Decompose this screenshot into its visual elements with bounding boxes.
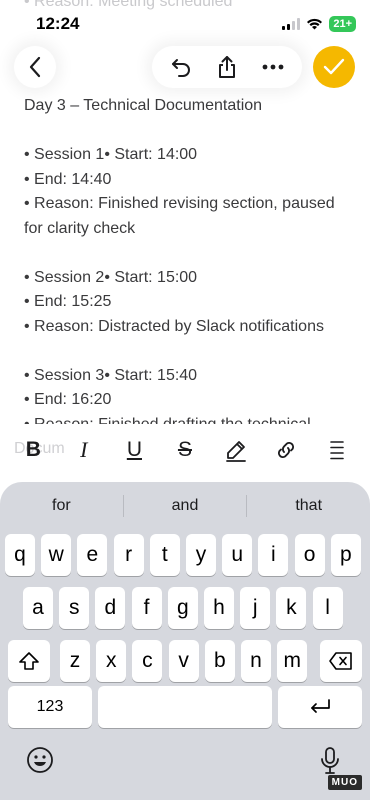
italic-button[interactable]: I	[66, 432, 102, 468]
note-toolbar	[0, 40, 370, 96]
key-u[interactable]: u	[222, 534, 253, 576]
dictation-button[interactable]	[318, 746, 342, 776]
watermark: MUO	[327, 775, 362, 790]
key-m[interactable]: m	[277, 640, 308, 682]
key-y[interactable]: y	[186, 534, 216, 576]
note-line: • End: 14:40	[24, 170, 112, 188]
key-p[interactable]: p	[330, 534, 361, 576]
space-key[interactable]	[98, 686, 272, 728]
key-s[interactable]: s	[59, 587, 90, 629]
suggestion-item[interactable]: for	[0, 497, 123, 515]
signal-icon	[282, 18, 301, 30]
undo-icon	[172, 59, 190, 77]
key-c[interactable]: c	[132, 640, 163, 682]
note-line: • Session 3• Start: 15:40	[24, 366, 198, 384]
chevron-left-icon	[29, 56, 41, 78]
note-line: • Session 1• Start: 14:00	[24, 146, 198, 163]
emoji-icon	[27, 747, 53, 773]
emoji-button[interactable]	[26, 746, 54, 774]
backspace-key[interactable]	[320, 640, 362, 682]
note-line: • End: 16:20	[24, 391, 112, 408]
note-body[interactable]: Day 3 – Technical Documentation • Session…	[24, 94, 354, 424]
highlight-button[interactable]	[218, 432, 254, 468]
key-w[interactable]: w	[41, 534, 72, 576]
shift-key[interactable]	[8, 640, 50, 682]
key-l[interactable]: l	[312, 587, 343, 629]
key-b[interactable]: b	[204, 640, 235, 682]
shift-icon	[19, 652, 39, 670]
key-o[interactable]: o	[294, 534, 325, 576]
list-button[interactable]	[319, 432, 355, 468]
format-toolbar: Docum B I U S	[0, 426, 370, 474]
key-g[interactable]: g	[167, 587, 198, 629]
list-icon	[329, 441, 344, 460]
note-line: • Reason: Finished revising section, pau…	[24, 195, 335, 237]
note-line: • Reason: Finished drafting the technica…	[24, 415, 311, 425]
undo-button[interactable]	[161, 47, 201, 87]
key-h[interactable]: h	[204, 587, 234, 629]
suggestion-item[interactable]: that	[247, 497, 370, 515]
more-button[interactable]	[253, 47, 293, 87]
suggestion-bar: for and that	[0, 492, 370, 520]
note-line	[24, 241, 354, 266]
bold-button[interactable]: B	[15, 432, 51, 468]
note-line: • End: 15:25	[24, 293, 112, 310]
key-x[interactable]: x	[96, 640, 127, 682]
strikethrough-button[interactable]: S	[167, 432, 203, 468]
more-icon	[262, 64, 284, 70]
key-q[interactable]: q	[5, 534, 35, 576]
microphone-icon	[321, 747, 339, 774]
note-line	[24, 339, 354, 364]
key-v[interactable]: v	[168, 640, 199, 682]
action-group	[152, 46, 302, 88]
key-e[interactable]: e	[77, 534, 108, 576]
note-line	[24, 119, 354, 144]
key-a[interactable]: a	[23, 587, 53, 629]
checkmark-icon	[323, 58, 345, 75]
back-button[interactable]	[14, 46, 56, 88]
backspace-icon	[329, 652, 352, 670]
key-d[interactable]: d	[95, 587, 126, 629]
keyboard: for and that 123 MUO q w e r t y u i o p…	[0, 482, 370, 800]
key-k[interactable]: k	[276, 587, 307, 629]
ghost-line: • Reason: Meeting scheduled	[24, 0, 233, 10]
suggestion-item[interactable]: and	[124, 497, 247, 515]
key-t[interactable]: t	[149, 534, 180, 576]
note-line: • Session 2• Start: 15:00	[24, 268, 198, 286]
share-button[interactable]	[207, 47, 247, 87]
wifi-icon	[307, 18, 323, 30]
note-line: Day 3 – Technical Documentation	[24, 97, 263, 114]
share-icon	[219, 56, 235, 78]
return-key[interactable]	[278, 686, 362, 728]
link-button[interactable]	[268, 432, 304, 468]
battery-indicator: 21+	[329, 16, 356, 32]
key-f[interactable]: f	[131, 587, 162, 629]
key-i[interactable]: i	[258, 534, 289, 576]
key-j[interactable]: j	[240, 587, 271, 629]
numbers-key[interactable]: 123	[8, 686, 92, 728]
clock: 12:24	[36, 14, 80, 33]
key-z[interactable]: z	[60, 640, 90, 682]
pencil-icon	[225, 441, 246, 462]
key-n[interactable]: n	[241, 640, 271, 682]
status-icons: 21+	[282, 16, 356, 32]
key-r[interactable]: r	[113, 534, 144, 576]
link-icon	[278, 442, 295, 458]
underline-button[interactable]: U	[116, 432, 152, 468]
note-viewport: Day 3 – Technical Documentation • Session…	[0, 94, 370, 424]
return-icon	[311, 699, 330, 713]
done-button[interactable]	[313, 46, 355, 88]
note-line: • Reason: Distracted by Slack notificati…	[24, 317, 324, 335]
